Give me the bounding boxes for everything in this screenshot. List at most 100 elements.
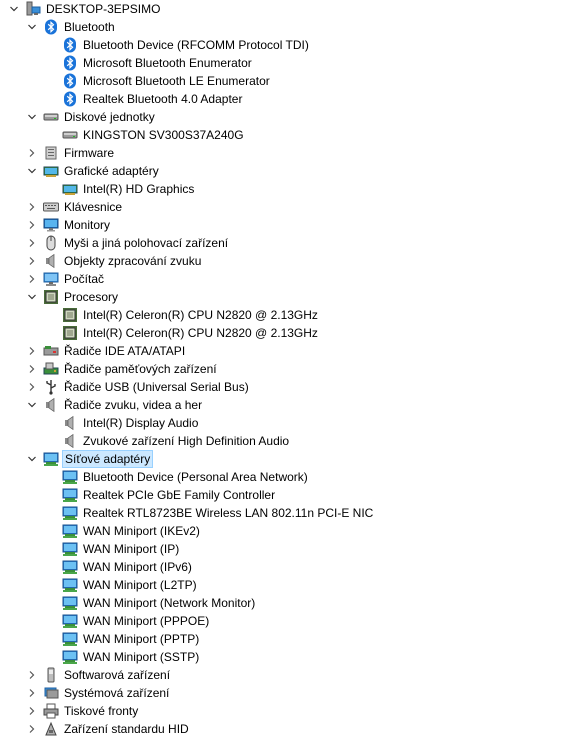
device-item[interactable]: WAN Miniport (IPv6): [0, 558, 573, 576]
chevron-right-icon[interactable]: [26, 237, 38, 249]
chevron-down-icon[interactable]: [26, 21, 38, 33]
category-label: Tiskové fronty: [64, 704, 139, 718]
category-label: Počítač: [64, 272, 105, 286]
device-label: WAN Miniport (IKEv2): [83, 524, 200, 538]
network-adapter-icon: [62, 559, 78, 575]
device-item[interactable]: Intel(R) HD Graphics: [0, 180, 573, 198]
chevron-right-icon[interactable]: [26, 381, 38, 393]
display-adapter-icon: [62, 181, 78, 197]
network-adapter-icon: [43, 451, 59, 467]
category-label: Klávesnice: [64, 200, 123, 214]
category-label: Objekty zpracování zvuku: [64, 254, 202, 268]
category-label: Myši a jiná polohovací zařízení: [64, 236, 229, 250]
device-label: WAN Miniport (L2TP): [83, 578, 197, 592]
chevron-down-icon[interactable]: [26, 291, 38, 303]
device-item[interactable]: WAN Miniport (SSTP): [0, 648, 573, 666]
device-item[interactable]: Intel(R) Celeron(R) CPU N2820 @ 2.13GHz: [0, 324, 573, 342]
category-radice-zvuku-videa-a-her[interactable]: Řadiče zvuku, videa a her: [0, 396, 573, 414]
chevron-right-icon[interactable]: [26, 147, 38, 159]
category-bluetooth[interactable]: Bluetooth: [0, 18, 573, 36]
category-diskove-jednotky[interactable]: Diskové jednotky: [0, 108, 573, 126]
system-device-icon: [43, 685, 59, 701]
software-device-icon: [43, 667, 59, 683]
device-item[interactable]: Realtek Bluetooth 4.0 Adapter: [0, 90, 573, 108]
chevron-right-icon[interactable]: [26, 219, 38, 231]
category-label: Softwarová zařízení: [64, 668, 171, 682]
chevron-right-icon[interactable]: [26, 723, 38, 735]
category-label: Řadiče zvuku, videa a her: [64, 398, 203, 412]
computer-icon: [43, 271, 59, 287]
device-label: Realtek RTL8723BE Wireless LAN 802.11n P…: [83, 506, 374, 520]
device-item[interactable]: WAN Miniport (PPPOE): [0, 612, 573, 630]
network-adapter-icon: [62, 649, 78, 665]
device-item[interactable]: Intel(R) Display Audio: [0, 414, 573, 432]
device-item[interactable]: Intel(R) Celeron(R) CPU N2820 @ 2.13GHz: [0, 306, 573, 324]
category-zarizeni-standardu-hid[interactable]: Zařízení standardu HID: [0, 720, 573, 738]
chevron-right-icon[interactable]: [26, 345, 38, 357]
category-procesory[interactable]: Procesory: [0, 288, 573, 306]
chevron-right-icon[interactable]: [26, 687, 38, 699]
speaker-icon: [43, 397, 59, 413]
chevron-down-icon[interactable]: [8, 3, 20, 15]
network-adapter-icon: [62, 505, 78, 521]
device-item[interactable]: WAN Miniport (Network Monitor): [0, 594, 573, 612]
category-softwarova-zarizeni[interactable]: Softwarová zařízení: [0, 666, 573, 684]
device-label: Bluetooth Device (Personal Area Network): [83, 470, 308, 484]
device-item[interactable]: Microsoft Bluetooth LE Enumerator: [0, 72, 573, 90]
device-item[interactable]: WAN Miniport (IKEv2): [0, 522, 573, 540]
category-radice-pametovych-zarizeni[interactable]: Řadiče paměťových zařízení: [0, 360, 573, 378]
monitor-icon: [43, 217, 59, 233]
device-label: WAN Miniport (IP): [83, 542, 180, 556]
chevron-down-icon[interactable]: [26, 399, 38, 411]
device-label: Bluetooth Device (RFCOMM Protocol TDI): [83, 38, 309, 52]
device-item[interactable]: KINGSTON SV300S37A240G: [0, 126, 573, 144]
printer-icon: [43, 703, 59, 719]
category-sitove-adaptery[interactable]: Síťové adaptéry: [0, 450, 573, 468]
network-adapter-icon: [62, 595, 78, 611]
category-klavesnice[interactable]: Klávesnice: [0, 198, 573, 216]
category-radice-ide-ata-atapi[interactable]: Řadiče IDE ATA/ATAPI: [0, 342, 573, 360]
hid-icon: [43, 721, 59, 737]
chevron-right-icon[interactable]: [26, 363, 38, 375]
category-label: Síťové adaptéry: [62, 450, 154, 468]
category-tiskove-fronty[interactable]: Tiskové fronty: [0, 702, 573, 720]
device-item[interactable]: Bluetooth Device (Personal Area Network): [0, 468, 573, 486]
device-label: Realtek Bluetooth 4.0 Adapter: [83, 92, 243, 106]
network-adapter-icon: [62, 541, 78, 557]
chevron-right-icon[interactable]: [26, 201, 38, 213]
category-mysi-a-jina-polohovaci-zarizeni[interactable]: Myši a jiná polohovací zařízení: [0, 234, 573, 252]
category-graficke-adaptery[interactable]: Grafické adaptéry: [0, 162, 573, 180]
bluetooth-icon: [62, 91, 78, 107]
device-item[interactable]: Microsoft Bluetooth Enumerator: [0, 54, 573, 72]
category-objekty-zpracovani-zvuku[interactable]: Objekty zpracování zvuku: [0, 252, 573, 270]
category-firmware[interactable]: Firmware: [0, 144, 573, 162]
device-item[interactable]: Zvukové zařízení High Definition Audio: [0, 432, 573, 450]
category-systemova-zarizeni[interactable]: Systémová zařízení: [0, 684, 573, 702]
chevron-right-icon[interactable]: [26, 669, 38, 681]
chevron-right-icon[interactable]: [26, 255, 38, 267]
device-item[interactable]: Bluetooth Device (RFCOMM Protocol TDI): [0, 36, 573, 54]
keyboard-icon: [43, 199, 59, 215]
tree-root-computer[interactable]: DESKTOP-3EPSIMO: [0, 0, 573, 18]
category-monitory[interactable]: Monitory: [0, 216, 573, 234]
device-item[interactable]: Realtek PCIe GbE Family Controller: [0, 486, 573, 504]
device-item[interactable]: WAN Miniport (PPTP): [0, 630, 573, 648]
device-manager-tree: DESKTOP-3EPSIMO Bluetooth Bluetooth Device…: [0, 0, 573, 750]
chevron-down-icon[interactable]: [26, 453, 38, 465]
category-label: Monitory: [64, 218, 111, 232]
device-item[interactable]: Realtek RTL8723BE Wireless LAN 802.11n P…: [0, 504, 573, 522]
chevron-right-icon[interactable]: [26, 705, 38, 717]
category-pocitac[interactable]: Počítač: [0, 270, 573, 288]
device-item[interactable]: WAN Miniport (L2TP): [0, 576, 573, 594]
root-computer-icon: [25, 1, 41, 17]
firmware-icon: [43, 145, 59, 161]
chevron-down-icon[interactable]: [26, 111, 38, 123]
chevron-right-icon[interactable]: [26, 273, 38, 285]
category-radice-usb-universal-serial-bus[interactable]: Řadiče USB (Universal Serial Bus): [0, 378, 573, 396]
disk-drive-icon: [62, 127, 78, 143]
chevron-down-icon[interactable]: [26, 165, 38, 177]
device-label: Intel(R) Display Audio: [83, 416, 199, 430]
display-adapter-icon: [43, 163, 59, 179]
device-label: Microsoft Bluetooth Enumerator: [83, 56, 252, 70]
device-item[interactable]: WAN Miniport (IP): [0, 540, 573, 558]
